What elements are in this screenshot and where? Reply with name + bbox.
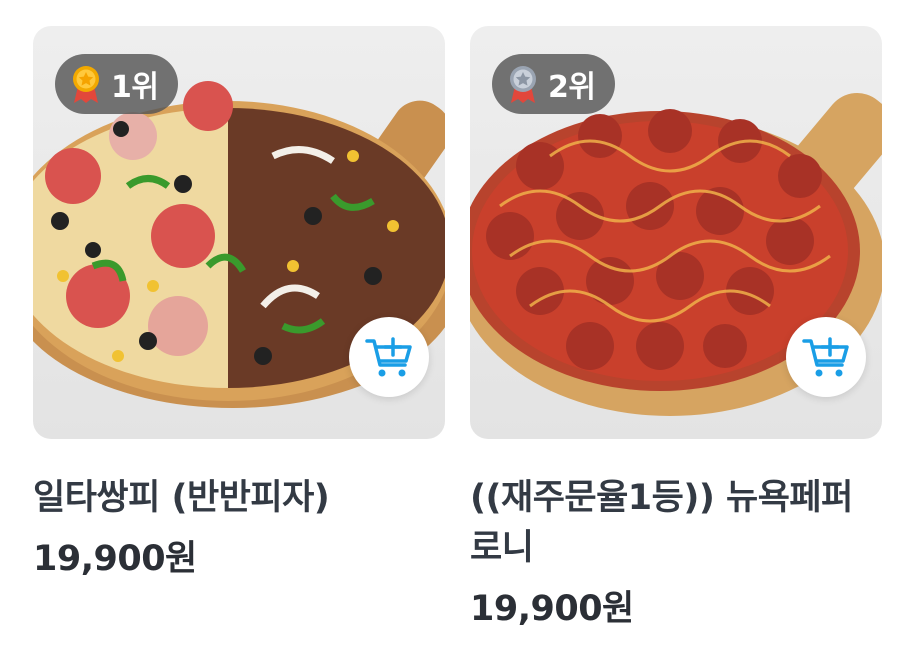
rank-label: 2위 [548, 70, 596, 105]
product-image[interactable]: 2위 [470, 26, 882, 439]
product-image[interactable]: 1위 [33, 26, 445, 439]
silver-medal-icon [510, 66, 536, 103]
product-card[interactable]: 2위 ((재주문율1등)) 뉴욕페퍼로니 19,900원 [470, 26, 882, 631]
product-card[interactable]: 1위 일타쌍피 (반반피자) 19,900원 [33, 26, 445, 581]
product-price: 19,900원 [470, 589, 634, 629]
product-name[interactable]: 일타쌍피 (반반피자) [33, 473, 445, 523]
add-to-cart-icon [365, 337, 412, 377]
product-name[interactable]: ((재주문율1등)) 뉴욕페퍼로니 [470, 473, 882, 573]
add-to-cart-button[interactable] [349, 317, 429, 397]
add-to-cart-button[interactable] [786, 317, 866, 397]
product-grid: 1위 일타쌍피 (반반피자) 19,900원 2위 ((재주문율1등)) 뉴욕페… [0, 0, 900, 664]
rank-badge: 1위 [55, 54, 179, 114]
gold-medal-icon [73, 66, 99, 103]
add-to-cart-icon [802, 337, 849, 377]
product-price: 19,900원 [33, 539, 197, 579]
rank-label: 1위 [111, 70, 159, 105]
rank-badge: 2위 [492, 54, 616, 114]
